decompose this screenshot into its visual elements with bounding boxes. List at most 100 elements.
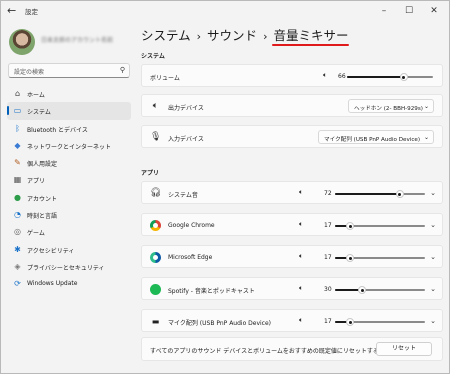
speaker-icon[interactable]: 🔈︎ [299, 284, 303, 293]
app-volume-slider[interactable] [335, 222, 425, 230]
app-name: Microsoft Edge [168, 254, 213, 261]
sidebar-item[interactable]: ▭ システム [7, 102, 131, 120]
bluetooth-icon: ᛒ [15, 123, 20, 133]
volume-label: ボリューム [150, 75, 180, 82]
slider-thumb[interactable] [346, 318, 355, 326]
privacy-icon: ◈ [14, 261, 21, 271]
gaming-icon: ◎ [14, 227, 21, 237]
reset-button[interactable]: リセット [376, 342, 432, 356]
chevron-down-icon[interactable]: ⌄ [430, 317, 436, 325]
slider-thumb[interactable] [358, 286, 366, 294]
chevron-down-icon[interactable]: ⌄ [430, 253, 436, 261]
minimize-icon[interactable]: – [373, 3, 395, 19]
output-device-label: 出力デバイス [168, 105, 204, 112]
sidebar-item[interactable]: ⌂ ホーム [7, 85, 131, 102]
headphones-icon: 🎧︎ [150, 188, 162, 198]
sidebar-item[interactable]: ✱ アクセシビリティ [7, 241, 131, 258]
user-name: 日本太郎のアカウント名前 [41, 37, 114, 44]
home-icon: ⌂ [14, 89, 21, 98]
sidebar-item-label: ホーム [27, 92, 45, 99]
search-icon: ⚲ [119, 66, 125, 74]
windows-update-icon: ⟳ [14, 279, 21, 289]
system-section-title: システム [141, 53, 165, 60]
volume-value: 66 [338, 73, 346, 80]
output-device-value: ヘッドホン (2- BBH-929s) [354, 105, 423, 112]
sidebar-item-label: Bluetooth とデバイス [27, 126, 88, 134]
window-title: 設定 [25, 8, 38, 16]
sidebar-item[interactable]: ◈ プライバシーとセキュリティ [7, 258, 131, 275]
app-volume-row: Microsoft Edge 🔈︎ 17 ⌄ [141, 245, 443, 268]
slider-fill [335, 193, 400, 195]
app-volume-slider[interactable] [335, 190, 425, 198]
chevron-down-icon[interactable]: ⌄ [430, 285, 436, 293]
search-input[interactable]: 設定の検索 ⚲ [8, 63, 130, 78]
slider-thumb[interactable] [399, 73, 408, 81]
breadcrumb: システム › サウンド › 音量ミキサー [141, 25, 348, 44]
chevron-down-icon: ⌄ [423, 102, 429, 110]
accessibility-icon: ✱ [14, 244, 21, 254]
sidebar-nav: ⌂ ホーム ▭ システム ᛒ Bluetooth とデバイス ◆ ネットワークとインターネット… [7, 85, 131, 293]
speaker-icon[interactable]: 🔈︎ [323, 71, 327, 80]
speaker-icon: 🔈︎ [152, 101, 159, 111]
app-volume-value: 30 [324, 286, 332, 293]
sidebar-item-label: 時刻と言語 [27, 213, 58, 221]
app-volume-slider[interactable] [335, 318, 425, 326]
system-volume-card: ボリューム 🔈︎ 66 [141, 64, 443, 87]
back-arrow-icon[interactable]: ← [7, 4, 21, 18]
sidebar-item[interactable]: ⟳ Windows Update [7, 275, 131, 292]
slider-thumb[interactable] [395, 190, 404, 198]
volume-slider[interactable] [347, 73, 433, 81]
app-name: Spotify - 音楽とポッドキャスト [168, 288, 255, 295]
app-volume-row: 🎧︎ システム音 🔈︎ 72 ⌄ [141, 181, 443, 204]
sidebar-item[interactable]: ◆ ネットワークとインターネット [7, 137, 131, 154]
app-name: Google Chrome [168, 222, 215, 229]
app-volume-row: ▬ マイク配列 (USB PnP Audio Device) 🔈︎ 17 ⌄ [141, 309, 443, 332]
breadcrumb-separator: › [196, 30, 202, 43]
time-language-icon: ◔ [14, 210, 21, 220]
page-title: 音量ミキサー [273, 28, 349, 43]
apps-section-title: アプリ [141, 170, 160, 177]
chevron-down-icon[interactable]: ⌄ [430, 221, 436, 229]
sidebar-item-label: Windows Update [27, 280, 78, 288]
speaker-icon[interactable]: 🔈︎ [299, 252, 303, 261]
app-volume-value: 72 [324, 190, 332, 197]
breadcrumb-system[interactable]: システム [141, 28, 191, 43]
maximize-icon[interactable]: ☐ [398, 3, 420, 19]
slider-fill [347, 76, 404, 78]
microphone-device-icon: ▬ [151, 317, 160, 326]
close-icon[interactable]: ✕ [423, 3, 445, 19]
search-placeholder: 設定の検索 [14, 69, 45, 76]
breadcrumb-separator: › [263, 30, 268, 43]
speaker-icon[interactable]: 🔈︎ [299, 220, 303, 229]
chevron-down-icon[interactable]: ⌄ [430, 189, 436, 197]
icon-center [153, 223, 158, 228]
personalization-icon: ✎ [14, 158, 21, 168]
sidebar-item[interactable]: ᛒ Bluetooth とデバイス [7, 120, 131, 137]
app-volume-slider[interactable] [335, 286, 425, 294]
output-device-card: 🔈︎ 出力デバイス ヘッドホン (2- BBH-929s) ⌄ [141, 94, 443, 117]
edge-icon [150, 252, 161, 263]
app-volume-row: Google Chrome 🔈︎ 17 ⌄ [141, 213, 443, 236]
microphone-icon: 🎙︎ [150, 132, 162, 142]
network-icon: ◆ [14, 140, 21, 150]
sidebar-item-label: ネットワークとインターネット [27, 143, 112, 151]
account-icon: ● [14, 192, 21, 202]
speaker-icon[interactable]: 🔈︎ [299, 316, 303, 325]
input-device-card: 🎙︎ 入力デバイス マイク配列 (USB PnP Audio Device) ⌄ [141, 125, 443, 148]
slider-thumb[interactable] [346, 254, 355, 262]
output-device-select[interactable]: ヘッドホン (2- BBH-929s) ⌄ [348, 99, 434, 113]
sidebar-item[interactable]: ◔ 時刻と言語 [7, 206, 131, 223]
sidebar-item[interactable]: ▦ アプリ [7, 171, 131, 188]
slider-thumb[interactable] [346, 222, 355, 230]
app-volume-value: 17 [324, 254, 332, 261]
app-volume-slider[interactable] [335, 254, 425, 262]
input-device-select[interactable]: マイク配列 (USB PnP Audio Device) ⌄ [318, 130, 434, 144]
sidebar-item-label: アプリ [27, 178, 46, 186]
speaker-icon[interactable]: 🔈︎ [299, 188, 303, 197]
avatar[interactable] [9, 29, 35, 55]
sidebar-item[interactable]: ◎ ゲーム [7, 223, 131, 240]
breadcrumb-sound[interactable]: サウンド [207, 28, 257, 43]
sidebar-item[interactable]: ● アカウント [7, 189, 131, 206]
sidebar-item[interactable]: ✎ 個人用設定 [7, 154, 131, 171]
input-device-label: 入力デバイス [168, 136, 204, 143]
